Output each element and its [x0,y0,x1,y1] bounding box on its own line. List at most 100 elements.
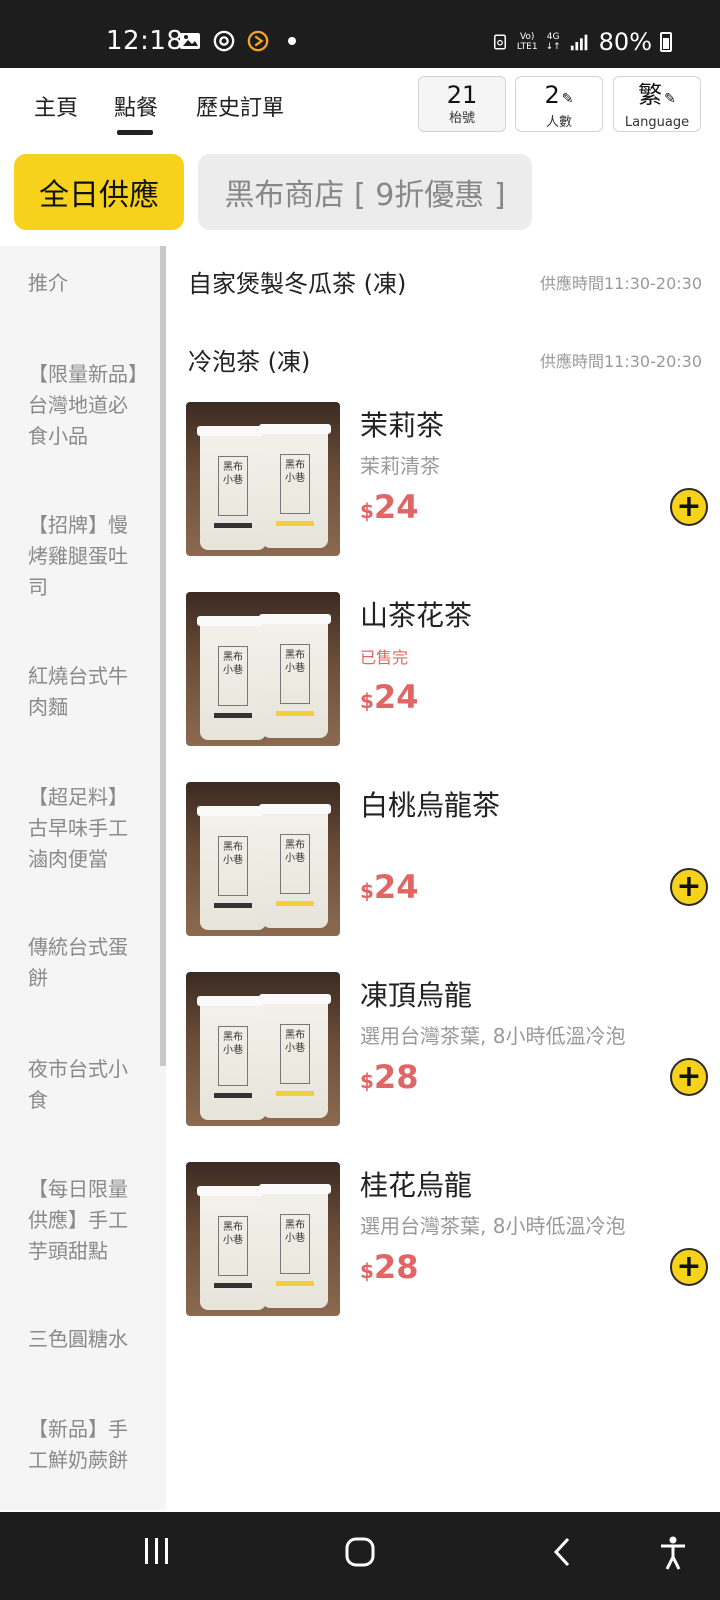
people-count-button[interactable]: 2 ✎ 人數 [515,76,603,132]
add-to-cart-button[interactable]: + [670,1058,708,1096]
cup-label: 黑布小巷 [280,1024,310,1084]
cup-lid [259,994,331,1004]
product-image: 黑布小巷 黑布小巷 [186,782,340,936]
tab-home[interactable]: 主頁 [34,90,78,122]
tab-order[interactable]: 點餐 [114,90,158,122]
plus-icon: + [676,489,702,524]
sidebar-item-night-market-snacks[interactable]: 夜市台式小食 [28,1054,146,1116]
cup-label: 黑布小巷 [218,456,248,516]
back-icon[interactable] [552,1536,572,1568]
language-button[interactable]: 繁 ✎ Language [613,76,701,132]
cup-shape: 黑布小巷 [259,614,331,738]
cup-lid [259,614,331,624]
cup-shape: 黑布小巷 [197,806,269,930]
category-sidebar: 推介 【限量新品】台灣地道必食小品 【招牌】慢烤雞腿蛋吐司 紅燒台式牛肉麵 【超… [0,246,166,1510]
currency-symbol: $ [360,499,374,523]
more-notifications-dot [288,37,296,45]
tab-order-history[interactable]: 歷史訂單 [196,90,284,122]
edit-icon: ✎ [561,91,574,107]
gallery-icon [180,33,200,49]
plus-icon: + [676,1059,702,1094]
price-amount: 24 [373,868,419,906]
cup-band [276,901,314,906]
table-number-label: 枱號 [448,111,475,126]
battery-percent: 80% [598,28,652,56]
cup-label: 黑布小巷 [218,1026,248,1086]
network-gen-indicator: 4G ↓↑ [546,32,561,52]
cup-band [214,903,252,908]
cup-label: 黑布小巷 [280,454,310,514]
edit-icon: ✎ [664,91,676,107]
language-current: 繁 ✎ [614,81,700,113]
sidebar-item-beef-noodles[interactable]: 紅燒台式牛肉麵 [28,661,146,723]
currency-symbol: $ [360,879,374,903]
cup-band [276,1091,314,1096]
top-navigation: 主頁 點餐 歷史訂單 21 枱號 2 ✎ 人數 繁 ✎ Language [0,68,720,146]
sidebar-item-limited-snacks[interactable]: 【限量新品】台灣地道必食小品 [28,359,146,452]
cup-band [214,1093,252,1098]
app-root: 12:18 Vo) LTE1 4G ↓↑ 80% 主頁 點餐 歷史訂單 21 枱… [0,0,720,1600]
product-price: $24 [360,868,418,906]
system-navigation-bar [0,1512,720,1600]
sidebar-item-recommended[interactable]: 推介 [28,268,146,299]
product-price: $28 [360,1058,418,1096]
signal-icon [570,34,587,51]
volte-indicator: Vo) LTE1 [517,32,538,52]
sidebar-item-taro-dessert[interactable]: 【每日限量供應】手工芋頭甜點 [28,1174,146,1267]
product-name: 茉莉茶 [360,409,445,442]
cup-band [276,711,314,716]
data-arrows-icon: ↓↑ [545,42,561,52]
section-title: 冷泡茶 (凍) [188,348,311,376]
cup-lid [259,424,331,434]
product-image: 黑布小巷 黑布小巷 [186,402,340,556]
home-icon[interactable] [344,1536,376,1568]
recycle-icon [493,34,506,50]
active-tab-indicator [117,130,153,135]
price-amount: 28 [373,1248,419,1286]
language-label: Language [624,115,690,130]
section-title: 自家煲製冬瓜茶 (凍) [188,270,407,298]
cup-shape: 黑布小巷 [197,1186,269,1310]
menu-shop[interactable]: 黑布商店 [ 9折優惠 ] [198,154,532,230]
sidebar-item-chicken-toast[interactable]: 【招牌】慢烤雞腿蛋吐司 [28,510,146,603]
add-to-cart-button[interactable]: + [670,868,708,906]
product-item[interactable]: 黑布小巷 黑布小巷 山茶花茶 已售完 $24 [186,592,706,746]
section-time: 供應時間11:30-20:30 [540,274,702,293]
product-item[interactable]: 黑布小巷 黑布小巷 凍頂烏龍 選用台灣茶葉, 8小時低溫冷泡 $28 + [186,972,708,1126]
sold-out-label: 已售完 [360,648,409,667]
sidebar-item-tricolor-dessert[interactable]: 三色圓糖水 [28,1324,146,1355]
cup-label: 黑布小巷 [280,834,310,894]
product-name: 凍頂烏龍 [360,979,473,1012]
product-item[interactable]: 黑布小巷 黑布小巷 白桃烏龍茶 $24 + [186,782,708,936]
product-item[interactable]: 黑布小巷 黑布小巷 桂花烏龍 選用台灣茶葉, 8小時低溫冷泡 $28 + [186,1162,708,1316]
table-number: 21 [446,81,478,109]
product-price: $28 [360,1248,418,1286]
currency-symbol: $ [360,1259,374,1283]
battery-icon [660,32,672,52]
add-to-cart-button[interactable]: + [670,1248,708,1286]
cup-shape: 黑布小巷 [259,804,331,928]
product-item[interactable]: 黑布小巷 黑布小巷 茉莉茶 茉莉清茶 $24 + [186,402,708,556]
cup-band [276,1281,314,1286]
menu-all-day[interactable]: 全日供應 [14,154,184,230]
sidebar-item-egg-pancake[interactable]: 傳統台式蛋餅 [28,932,146,994]
people-count-value: 2 [544,81,560,109]
cup-lid [259,1184,331,1194]
cup-band [214,713,252,718]
volte-label: Vo) [519,32,535,42]
product-name: 白桃烏龍茶 [360,789,501,822]
add-to-cart-button[interactable]: + [670,488,708,526]
cup-shape: 黑布小巷 [197,616,269,740]
chrome-icon [213,30,235,52]
product-name: 桂花烏龍 [360,1169,473,1202]
table-number-box: 21 枱號 [418,76,506,132]
cup-label: 黑布小巷 [218,646,248,706]
accessibility-icon[interactable] [658,1536,688,1570]
sidebar-item-warabi-mochi[interactable]: 【新品】手工鮮奶蕨餅 [28,1414,146,1476]
currency-symbol: $ [360,689,374,713]
sidebar-item-braised-pork-bento[interactable]: 【超足料】古早味手工滷肉便當 [28,782,146,875]
cup-lid [259,804,331,814]
cup-band [214,523,252,528]
recent-apps-icon[interactable] [142,1536,172,1566]
system-indicators: Vo) LTE1 4G ↓↑ 80% [491,28,672,56]
